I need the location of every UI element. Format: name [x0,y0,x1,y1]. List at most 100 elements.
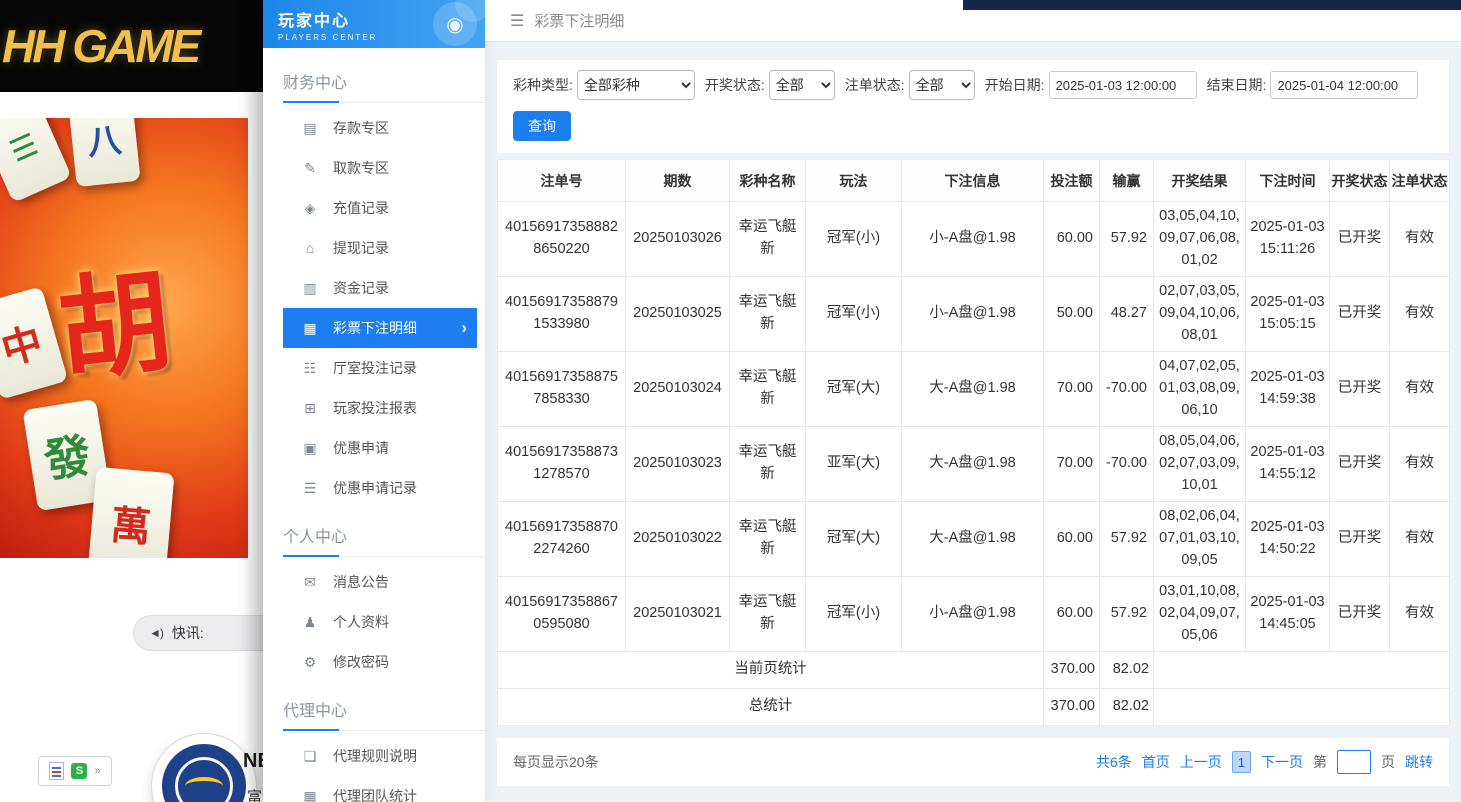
order-status-label: 注单状态: [845,75,905,95]
total-summary-row: 总统计 370.00 82.02 [498,689,1450,726]
cell-lottery: 幸运飞艇新 [730,502,806,577]
sidebar-item-withdrawal-records[interactable]: ⌂ 提现记录 [263,228,485,268]
app-root: HH GAME ☰ 八 胡 中 發 萬 ◄) 快讯: NE 富 S » [0,0,1461,802]
sidebar-item-label: 充值记录 [333,198,389,218]
hu-character: 胡 [50,231,178,404]
cell-lottery: 幸运飞艇新 [730,277,806,352]
lottery-type-select[interactable]: 全部彩种 [577,70,695,100]
cell-order-status: 有效 [1390,202,1450,277]
sidebar-item-agent-rules[interactable]: ❏ 代理规则说明 [263,736,485,776]
sidebar-item-hall-bet-records[interactable]: ☷ 厅室投注记录 [263,348,485,388]
col-header-time: 下注时间 [1246,160,1330,202]
next-page-link[interactable]: 下一页 [1261,752,1303,772]
total-summary-winloss: 82.02 [1100,689,1154,726]
cell-amount: 70.00 [1044,427,1100,502]
cell-bet-id: 401569173588670595080 [498,577,626,652]
section-underline [283,729,485,731]
cell-play: 冠军(大) [806,352,902,427]
sidebar-item-agent-team-stats[interactable]: ▦ 代理团队统计 [263,776,485,802]
start-date-input[interactable] [1049,71,1197,99]
promo-record-icon: ☰ [301,480,319,497]
chevron-right-icon: › [461,318,467,338]
green-s-icon: S [71,763,87,779]
sidebar-item-recharge-records[interactable]: ◈ 充值记录 [263,188,485,228]
sidebar-item-label: 存款专区 [333,118,389,138]
order-status-select[interactable]: 全部 [909,70,975,100]
end-date-input[interactable] [1270,71,1418,99]
cell-result: 03,05,04,10,09,07,06,08,01,02 [1154,202,1246,277]
hall-bets-icon: ☷ [301,360,319,377]
cell-result: 04,07,02,05,01,03,08,09,06,10 [1154,352,1246,427]
table-row: 401569173588757858330 20250103024 幸运飞艇新 … [498,352,1450,427]
cell-winloss: -70.00 [1100,352,1154,427]
cell-winloss: 57.92 [1100,502,1154,577]
table-header-row: 注单号 期数 彩种名称 玩法 下注信息 投注额 输赢 开奖结果 下注时间 开奖状… [498,160,1450,202]
total-summary-label: 总统计 [498,689,1044,726]
sidebar-item-announcements[interactable]: ✉ 消息公告 [263,562,485,602]
sidebar-item-funds-records[interactable]: ▥ 资金记录 [263,268,485,308]
page-content: 彩种类型: 全部彩种 开奖状态: 全部 注单状态: 全部 开始日期: 结束日期: [485,42,1461,802]
cell-winloss: 57.92 [1100,577,1154,652]
tile-glyph: 八 [85,118,124,164]
pagination-bar: 每页显示20条 共6条 首页 上一页 1 下一页 第 页 跳转 [497,738,1449,786]
tile-glyph: ☰ [5,127,44,170]
draw-status-select[interactable]: 全部 [769,70,835,100]
desktop-tray: S » [38,756,112,786]
col-header-lottery: 彩种名称 [730,160,806,202]
sidebar-item-label: 代理团队统计 [333,786,417,802]
col-header-draw-status: 开奖状态 [1330,160,1390,202]
page-summary-bet: 370.00 [1044,652,1100,689]
sidebar-item-lottery-bet-details[interactable]: ▦ 彩票下注明细 › [283,308,477,348]
first-page-link[interactable]: 首页 [1142,752,1170,772]
cell-play: 冠军(大) [806,502,902,577]
cell-info: 大-A盘@1.98 [902,427,1044,502]
sidebar-item-withdraw[interactable]: ✎ 取款专区 [263,148,485,188]
tile-glyph: 發 [39,419,95,491]
cell-play: 冠军(小) [806,277,902,352]
funds-record-icon: ▥ [301,280,319,297]
jump-suffix: 页 [1381,752,1395,772]
mahjong-tile: 八 [67,118,140,187]
section-title-agent: 代理中心 [283,697,465,721]
sidebar-item-promo-apply[interactable]: ▣ 优惠申请 [263,428,485,468]
lottery-type-label: 彩种类型: [513,75,573,95]
jump-button[interactable]: 跳转 [1405,752,1433,772]
sidebar-item-label: 提现记录 [333,238,389,258]
jump-page-input[interactable] [1337,750,1371,774]
cell-amount: 60.00 [1044,577,1100,652]
filter-row: 彩种类型: 全部彩种 开奖状态: 全部 注单状态: 全部 开始日期: 结束日期: [513,70,1433,100]
cell-draw-status: 已开奖 [1330,277,1390,352]
sidebar-item-label: 彩票下注明细 [333,318,417,338]
cell-lottery: 幸运飞艇新 [730,202,806,277]
table-row: 401569173588731278570 20250103023 幸运飞艇新 … [498,427,1450,502]
team-logo-ring [175,757,233,802]
sidebar-item-label: 消息公告 [333,572,389,592]
sidebar-item-label: 优惠申请 [333,438,389,458]
cell-time: 2025-01-03 15:11:26 [1246,202,1330,277]
news-ticker: ◄) 快讯: [133,615,263,651]
current-page-button[interactable]: 1 [1232,751,1251,773]
cell-lottery: 幸运飞艇新 [730,577,806,652]
page-summary-label: 当前页统计 [498,652,1044,689]
page-summary-winloss: 82.02 [1100,652,1154,689]
gear-icon: ⚙ [301,654,319,671]
lottery-bets-icon: ▦ [301,320,319,337]
site-logo-band: HH GAME [0,0,263,92]
sidebar-item-profile[interactable]: ♟ 个人资料 [263,602,485,642]
sidebar-item-deposit[interactable]: ▤ 存款专区 [263,108,485,148]
cell-amount: 60.00 [1044,502,1100,577]
bets-table-card: 注单号 期数 彩种名称 玩法 下注信息 投注额 输赢 开奖结果 下注时间 开奖状… [497,159,1449,726]
prev-page-link[interactable]: 上一页 [1180,752,1222,772]
cell-period: 20250103026 [626,202,730,277]
search-button[interactable]: 查询 [513,111,571,141]
deposit-icon: ▤ [301,120,319,137]
cell-draw-status: 已开奖 [1330,577,1390,652]
sidebar-item-change-password[interactable]: ⚙ 修改密码 [263,642,485,682]
menu-icon[interactable]: ☰ [510,11,524,31]
pagination-controls: 共6条 首页 上一页 1 下一页 第 页 跳转 [1096,750,1433,774]
sidebar-item-player-bet-report[interactable]: ⊞ 玩家投注报表 [263,388,485,428]
tile-glyph: 中 [0,310,48,377]
cell-period: 20250103022 [626,502,730,577]
total-summary-bet: 370.00 [1044,689,1100,726]
sidebar-item-promo-records[interactable]: ☰ 优惠申请记录 [263,468,485,508]
